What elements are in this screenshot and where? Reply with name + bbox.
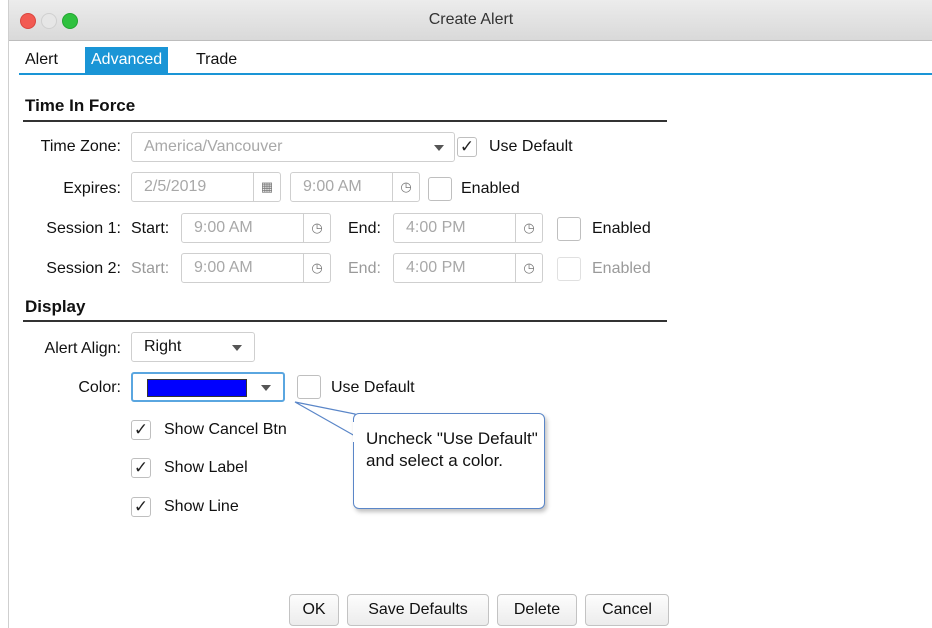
session2-enabled-label: Enabled [592, 260, 651, 277]
expires-time-field[interactable]: 9:00 AM ◷ [290, 172, 420, 202]
calendar-icon[interactable]: ▦ [253, 173, 280, 201]
color-use-default-label: Use Default [331, 379, 415, 396]
expires-label: Expires: [63, 180, 121, 197]
time-zone-use-default-checkbox[interactable]: ✓ [457, 137, 477, 157]
callout-text: Uncheck "Use Default" and select a color… [366, 429, 538, 470]
color-label: Color: [78, 379, 121, 396]
session2-start-label: Start: [131, 260, 170, 277]
cancel-button[interactable]: Cancel [585, 594, 669, 626]
session1-enabled-label: Enabled [592, 220, 651, 237]
color-swatch [147, 379, 247, 397]
session1-end-field[interactable]: 4:00 PM ◷ [393, 213, 543, 243]
ok-button[interactable]: OK [289, 594, 339, 626]
show-cancel-btn-checkbox[interactable]: ✓ [131, 420, 151, 440]
clock-icon[interactable]: ◷ [515, 214, 542, 242]
session2-start-value: 9:00 AM [194, 259, 253, 276]
expires-date-value: 2/5/2019 [144, 178, 207, 195]
session1-start-label: Start: [131, 220, 170, 237]
show-cancel-btn-label: Show Cancel Btn [164, 421, 287, 438]
tab-underline [19, 73, 932, 75]
expires-date-field[interactable]: 2/5/2019 ▦ [131, 172, 281, 202]
session2-label: Session 2: [46, 260, 121, 277]
time-zone-use-default-label: Use Default [489, 138, 573, 155]
expires-time-value: 9:00 AM [303, 178, 362, 195]
time-zone-label: Time Zone: [40, 138, 121, 155]
alert-align-label: Alert Align: [44, 340, 121, 357]
clock-icon[interactable]: ◷ [515, 254, 542, 282]
session1-end-value: 4:00 PM [406, 219, 466, 236]
delete-button[interactable]: Delete [497, 594, 577, 626]
clock-icon[interactable]: ◷ [392, 173, 419, 201]
window-title: Create Alert [428, 11, 514, 28]
show-label-label: Show Label [164, 459, 248, 476]
tab-advanced[interactable]: Advanced [85, 47, 169, 73]
expires-enabled-checkbox[interactable] [428, 177, 452, 201]
show-line-label: Show Line [164, 498, 239, 515]
help-callout: Uncheck "Use Default" and select a color… [353, 413, 545, 509]
session2-end-label: End: [348, 260, 381, 277]
show-label-checkbox[interactable]: ✓ [131, 458, 151, 478]
session1-end-label: End: [348, 220, 381, 237]
title-bar: Create Alert [9, 0, 932, 41]
chevron-down-icon [232, 345, 242, 351]
dialog-window: Create Alert Alert Advanced Trade Time I… [8, 0, 932, 628]
show-line-checkbox[interactable]: ✓ [131, 497, 151, 517]
session1-start-value: 9:00 AM [194, 219, 253, 236]
session2-start-field[interactable]: 9:00 AM ◷ [181, 253, 331, 283]
time-zone-select[interactable]: America/Vancouver [131, 132, 455, 162]
callout-pointer-mask [353, 422, 359, 442]
expires-enabled-label: Enabled [461, 180, 520, 197]
callout-pointer [294, 401, 356, 438]
alert-align-select[interactable]: Right [131, 332, 255, 362]
session1-label: Session 1: [46, 220, 121, 237]
time-zone-value: America/Vancouver [144, 138, 283, 155]
display-heading: Display [25, 297, 86, 316]
session1-start-field[interactable]: 9:00 AM ◷ [181, 213, 331, 243]
clock-icon[interactable]: ◷ [303, 254, 330, 282]
time-in-force-heading: Time In Force [25, 96, 136, 115]
save-defaults-button[interactable]: Save Defaults [347, 594, 489, 626]
color-use-default-checkbox[interactable] [297, 375, 321, 399]
chevron-down-icon [261, 385, 271, 391]
alert-align-value: Right [144, 338, 182, 355]
color-picker[interactable] [131, 372, 285, 402]
session2-enabled-checkbox[interactable] [557, 257, 581, 281]
section-divider [23, 320, 667, 322]
session1-enabled-checkbox[interactable] [557, 217, 581, 241]
session2-end-value: 4:00 PM [406, 259, 466, 276]
clock-icon[interactable]: ◷ [303, 214, 330, 242]
tab-alert[interactable]: Alert [19, 47, 64, 73]
section-divider [23, 120, 667, 122]
session2-end-field[interactable]: 4:00 PM ◷ [393, 253, 543, 283]
tab-trade[interactable]: Trade [190, 47, 243, 73]
chevron-down-icon [434, 145, 444, 151]
